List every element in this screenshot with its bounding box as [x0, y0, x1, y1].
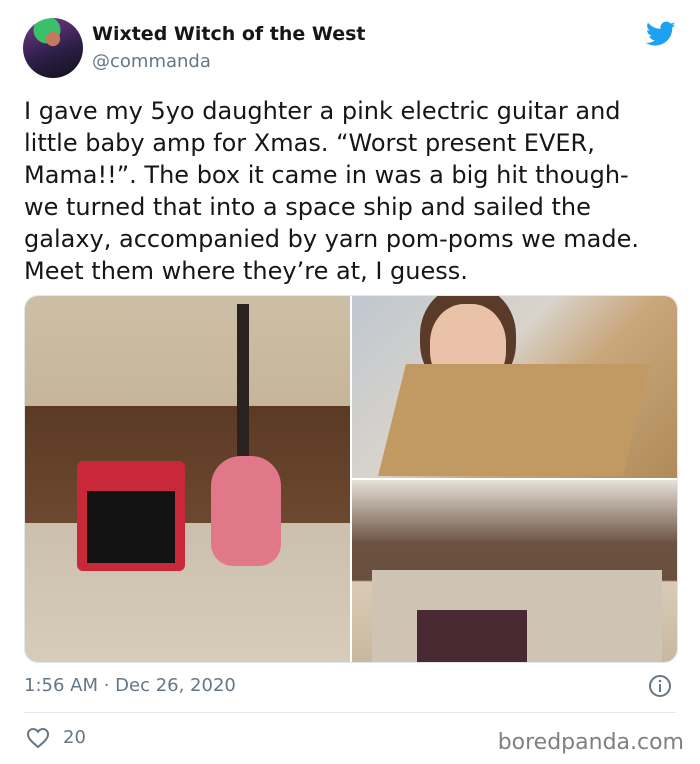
heart-icon[interactable]	[26, 727, 50, 749]
info-icon[interactable]	[648, 674, 672, 698]
cardboard-box	[378, 364, 651, 476]
tweet-timestamp[interactable]: 1:56 AM · Dec 26, 2020	[24, 675, 236, 696]
photo-girl-with-box[interactable]	[352, 296, 677, 478]
red-amp	[77, 461, 185, 571]
tweet-text-line: I gave my 5yo daughter a pink electric g…	[24, 97, 621, 125]
tweet-text-line: galaxy, accompanied by yarn pom-poms we …	[24, 225, 639, 253]
tweet-text-line: we turned that into a space ship and sai…	[24, 193, 591, 221]
tweet-text-line: Mama!!”. The box it came in was a big hi…	[24, 161, 629, 189]
author-name[interactable]: Wixted Witch of the West	[92, 23, 365, 45]
twitter-bird-icon[interactable]	[646, 21, 676, 47]
box-interior	[417, 610, 527, 662]
watermark: boredpanda.com	[497, 730, 684, 755]
pink-guitar	[211, 456, 281, 566]
open-box	[372, 570, 662, 662]
photo-guitar-and-amp[interactable]	[25, 296, 350, 662]
author-handle[interactable]: @commanda	[92, 51, 211, 72]
amp-grill	[87, 491, 175, 563]
tweet-text-line: Meet them where they’re at, I guess.	[24, 257, 468, 285]
tweet-text-line: little baby amp for Xmas. “Worst present…	[24, 129, 595, 157]
avatar[interactable]	[23, 18, 83, 78]
media-grid	[24, 295, 678, 663]
photo-open-box[interactable]	[352, 480, 677, 662]
tweet-text: I gave my 5yo daughter a pink electric g…	[24, 95, 684, 287]
like-count: 20	[63, 727, 86, 748]
divider	[24, 712, 676, 713]
